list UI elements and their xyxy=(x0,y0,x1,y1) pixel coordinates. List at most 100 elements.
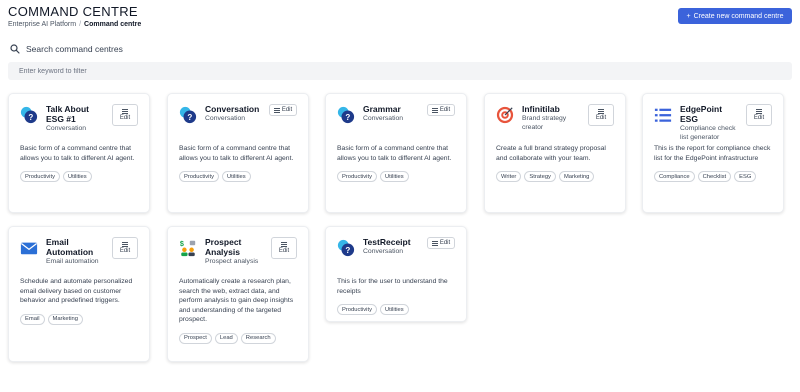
edit-label: Edit xyxy=(278,248,290,254)
edit-label: Edit xyxy=(439,240,451,246)
tag: Prospect xyxy=(179,332,212,344)
card-titles: EdgePoint ESG Compliance check list gene… xyxy=(680,104,738,142)
edit-button[interactable]: Edit xyxy=(112,237,138,259)
card-title[interactable]: Conversation xyxy=(205,104,261,114)
chat-bot-icon: ? xyxy=(337,239,355,257)
command-centre-card[interactable]: Email Automation Email automation Edit S… xyxy=(8,226,150,362)
card-header: $ Prospect Analysis Prospect analysis Ed… xyxy=(179,237,297,267)
card-header: EdgePoint ESG Compliance check list gene… xyxy=(654,104,772,141)
search-label: Search command centres xyxy=(26,44,123,54)
tag: Research xyxy=(240,332,276,344)
search-icon xyxy=(10,44,20,54)
command-centre-card[interactable]: ? TestReceipt Conversation Edit This is … xyxy=(325,226,467,322)
svg-text:$: $ xyxy=(180,239,184,248)
card-header: ? Talk About ESG #1 Conversation Edit xyxy=(20,104,138,134)
filter-input[interactable] xyxy=(8,62,792,80)
card-description: Automatically create a research plan, se… xyxy=(179,278,294,323)
create-button-label: Create new command centre xyxy=(693,12,784,20)
create-command-centre-button[interactable]: + Create new command centre xyxy=(678,8,792,24)
edit-label: Edit xyxy=(119,248,131,254)
edit-label: Edit xyxy=(281,107,293,113)
email-icon xyxy=(20,239,38,257)
plus-icon: + xyxy=(686,12,691,20)
card-titles: Conversation Conversation xyxy=(205,104,261,123)
menu-icon xyxy=(273,107,280,113)
page-title: COMMAND CENTRE xyxy=(8,4,138,19)
command-centre-card[interactable]: ? Conversation Conversation Edit Basic f… xyxy=(167,93,309,213)
card-subtitle: Compliance check list generator xyxy=(680,125,736,141)
menu-icon xyxy=(598,109,604,114)
edit-label: Edit xyxy=(753,115,765,121)
svg-text:?: ? xyxy=(345,113,350,122)
card-subtitle: Conversation xyxy=(205,115,246,122)
chat-bot-icon: ? xyxy=(179,106,197,124)
edit-button[interactable]: Edit xyxy=(427,104,455,116)
breadcrumb: Enterprise AI Platform / Command centre xyxy=(8,21,141,28)
menu-icon xyxy=(122,242,128,247)
card-description: This is for the user to understand the r… xyxy=(337,278,448,295)
tag-list: Prospect Lead Research xyxy=(179,332,297,344)
card-subtitle: Brand strategy creator xyxy=(522,115,567,131)
edit-button[interactable]: Edit xyxy=(271,237,297,259)
tag: Productivity xyxy=(337,304,377,315)
card-subtitle: Conversation xyxy=(46,125,87,132)
card-titles: Email Automation Email automation xyxy=(46,237,104,266)
tag: Utilities xyxy=(379,171,409,182)
card-header: ? Grammar Conversation Edit xyxy=(337,104,455,134)
breadcrumb-separator: / xyxy=(79,21,82,28)
svg-text:?: ? xyxy=(28,113,33,122)
target-icon xyxy=(496,106,514,124)
card-header: ? TestReceipt Conversation Edit xyxy=(337,237,455,267)
menu-icon xyxy=(756,109,762,114)
tag-list: Productivity Utilities xyxy=(337,171,455,182)
edit-button[interactable]: Edit xyxy=(427,237,455,249)
card-title[interactable]: TestReceipt xyxy=(363,237,419,247)
card-title[interactable]: EdgePoint ESG xyxy=(680,104,738,124)
chat-bot-icon: ? xyxy=(337,106,355,124)
tag: ESG xyxy=(734,171,757,182)
tag: Productivity xyxy=(337,171,377,182)
edit-button[interactable]: Edit xyxy=(746,104,772,126)
card-title[interactable]: Prospect Analysis xyxy=(205,237,263,257)
tag: Strategy xyxy=(524,171,556,182)
card-header: Infinitilab Brand strategy creator Edit xyxy=(496,104,614,134)
edit-button[interactable]: Edit xyxy=(588,104,614,126)
command-centre-card[interactable]: $ Prospect Analysis Prospect analysis Ed… xyxy=(167,226,309,362)
edit-button[interactable]: Edit xyxy=(112,104,138,126)
edit-label: Edit xyxy=(439,107,451,113)
tag: Marketing xyxy=(558,171,595,182)
command-centre-card[interactable]: ? Grammar Conversation Edit Basic form o… xyxy=(325,93,467,213)
tag: Utilities xyxy=(221,171,251,182)
edit-button[interactable]: Edit xyxy=(269,104,297,116)
card-description: Schedule and automate personalized email… xyxy=(20,278,133,304)
menu-icon xyxy=(122,109,128,114)
card-title[interactable]: Grammar xyxy=(363,104,419,114)
tag: Email xyxy=(20,313,45,325)
tag-list: Email Marketing xyxy=(20,313,138,325)
command-centre-card[interactable]: ? Talk About ESG #1 Conversation Edit Ba… xyxy=(8,93,150,213)
card-titles: TestReceipt Conversation xyxy=(363,237,419,256)
checklist-icon xyxy=(654,106,672,124)
card-titles: Infinitilab Brand strategy creator xyxy=(522,104,580,132)
tag: Utilities xyxy=(62,171,92,182)
breadcrumb-parent[interactable]: Enterprise AI Platform xyxy=(8,21,76,28)
tag: Productivity xyxy=(179,171,219,182)
card-title[interactable]: Email Automation xyxy=(46,237,104,257)
card-description: Basic form of a command centre that allo… xyxy=(179,145,294,162)
edit-label: Edit xyxy=(595,115,607,121)
tag-list: Compliance Checklist ESG xyxy=(654,171,772,182)
command-centre-card[interactable]: Infinitilab Brand strategy creator Edit … xyxy=(484,93,626,213)
tag-list: Writer Strategy Marketing xyxy=(496,171,614,182)
card-titles: Talk About ESG #1 Conversation xyxy=(46,104,104,133)
chat-bot-icon: ? xyxy=(20,106,38,124)
card-title[interactable]: Infinitilab xyxy=(522,104,580,114)
search-header: Search command centres xyxy=(10,44,123,54)
card-header: ? Conversation Conversation Edit xyxy=(179,104,297,134)
card-subtitle: Conversation xyxy=(363,115,404,122)
command-centre-card[interactable]: EdgePoint ESG Compliance check list gene… xyxy=(642,93,784,213)
card-description: Basic form of a command centre that allo… xyxy=(337,145,452,162)
tag: Checklist xyxy=(697,171,732,182)
svg-text:?: ? xyxy=(345,246,350,255)
card-title[interactable]: Talk About ESG #1 xyxy=(46,104,104,124)
card-description: Basic form of a command centre that allo… xyxy=(20,145,135,162)
